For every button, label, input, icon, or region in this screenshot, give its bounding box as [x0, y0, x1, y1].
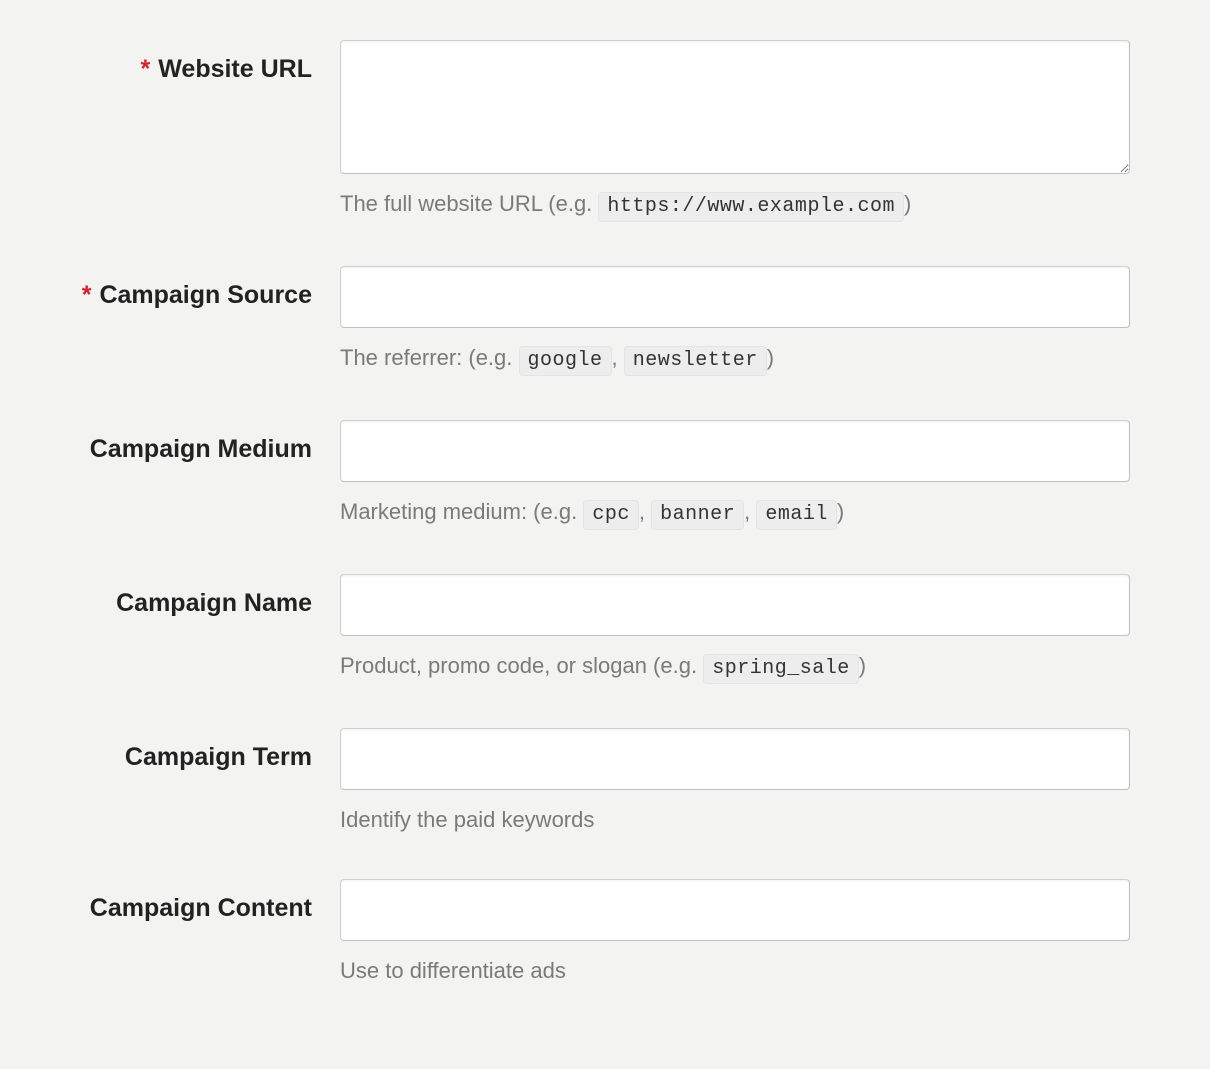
input-col-campaign-medium: Marketing medium: (e.g. cpc, banner, ema… — [340, 420, 1130, 530]
example-code-chip: spring_sale — [703, 654, 859, 684]
campaign-medium-input[interactable] — [340, 420, 1130, 482]
row-campaign-source: *Campaign Source The referrer: (e.g. goo… — [0, 266, 1160, 376]
campaign-url-builder-form: *Website URL The full website URL (e.g. … — [0, 0, 1210, 1069]
label-text: Campaign Name — [116, 589, 312, 617]
row-campaign-medium: Campaign Medium Marketing medium: (e.g. … — [0, 420, 1160, 530]
example-code-chip: banner — [651, 500, 744, 530]
label-campaign-content: Campaign Content — [0, 879, 340, 923]
example-code-chip: google — [519, 346, 612, 376]
input-col-campaign-name: Product, promo code, or slogan (e.g. spr… — [340, 574, 1130, 684]
input-col-campaign-source: The referrer: (e.g. google, newsletter) — [340, 266, 1130, 376]
input-col-website-url: The full website URL (e.g. https://www.e… — [340, 40, 1130, 222]
campaign-source-input[interactable] — [340, 266, 1130, 328]
label-campaign-medium: Campaign Medium — [0, 420, 340, 464]
example-code-chip: newsletter — [624, 346, 767, 376]
help-text-campaign-medium: Marketing medium: (e.g. cpc, banner, ema… — [340, 498, 1130, 530]
label-website-url: *Website URL — [0, 40, 340, 84]
campaign-content-input[interactable] — [340, 879, 1130, 941]
campaign-term-input[interactable] — [340, 728, 1130, 790]
help-text-website-url: The full website URL (e.g. https://www.e… — [340, 190, 1130, 222]
help-text-campaign-name: Product, promo code, or slogan (e.g. spr… — [340, 652, 1130, 684]
required-indicator: * — [82, 281, 92, 309]
website-url-input[interactable] — [340, 40, 1130, 174]
help-text-campaign-content: Use to differentiate ads — [340, 957, 1130, 986]
campaign-name-input[interactable] — [340, 574, 1130, 636]
label-text: Campaign Medium — [90, 435, 312, 463]
label-text: Campaign Term — [125, 743, 312, 771]
label-campaign-name: Campaign Name — [0, 574, 340, 618]
input-col-campaign-term: Identify the paid keywords — [340, 728, 1130, 835]
label-campaign-term: Campaign Term — [0, 728, 340, 772]
example-code-chip: https://www.example.com — [598, 192, 904, 222]
label-campaign-source: *Campaign Source — [0, 266, 340, 310]
example-code-chip: email — [756, 500, 837, 530]
help-text-campaign-source: The referrer: (e.g. google, newsletter) — [340, 344, 1130, 376]
example-code-chip: cpc — [583, 500, 639, 530]
row-campaign-name: Campaign Name Product, promo code, or sl… — [0, 574, 1160, 684]
row-campaign-content: Campaign Content Use to differentiate ad… — [0, 879, 1160, 986]
label-text: Website URL — [158, 55, 312, 83]
row-website-url: *Website URL The full website URL (e.g. … — [0, 40, 1160, 222]
label-text: Campaign Content — [90, 894, 312, 922]
input-col-campaign-content: Use to differentiate ads — [340, 879, 1130, 986]
label-text: Campaign Source — [99, 281, 312, 309]
help-text-campaign-term: Identify the paid keywords — [340, 806, 1130, 835]
required-indicator: * — [141, 55, 151, 83]
row-campaign-term: Campaign Term Identify the paid keywords — [0, 728, 1160, 835]
